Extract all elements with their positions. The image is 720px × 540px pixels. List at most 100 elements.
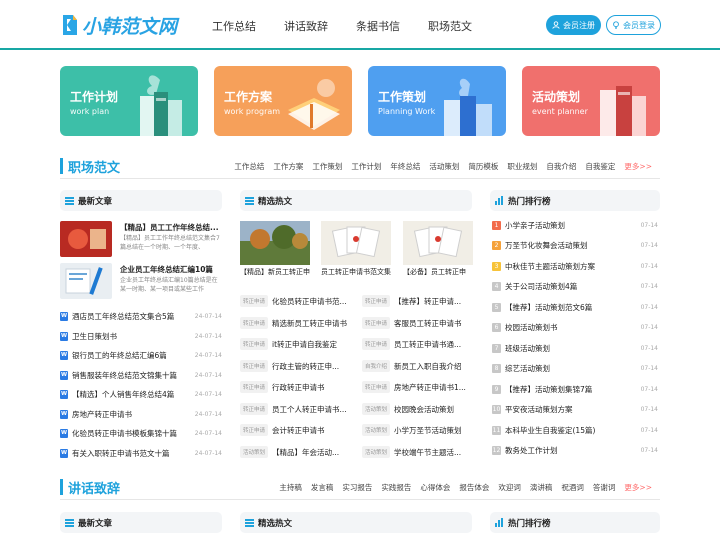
- hot-list-item[interactable]: 转正申请 it转正申请自我鉴定: [240, 338, 350, 350]
- section-title[interactable]: 讲话致辞: [68, 478, 120, 497]
- hot-list-item[interactable]: 自我介绍 新员工入职自我介绍: [362, 360, 472, 372]
- hot-list-item[interactable]: 转正申请 【推荐】转正申请...: [362, 295, 472, 307]
- category-tag[interactable]: 活动策划: [362, 446, 391, 458]
- section-link[interactable]: 发言稿: [311, 482, 334, 493]
- article-title[interactable]: 房地产转正申请书: [72, 409, 195, 420]
- featured-article[interactable]: 【精品】员工工作年终总结... 【精品】员工工作年终总结范文集合7篇总结在一个时…: [60, 221, 222, 257]
- card-planning-work[interactable]: 工作策划 Planning Work: [368, 66, 506, 136]
- section-link[interactable]: 自我鉴定: [585, 161, 615, 172]
- hot-list-item[interactable]: 转正申请 行政转正申请书: [240, 381, 350, 393]
- list-item[interactable]: W 有关入职转正申请书范文十篇 24-07-14: [60, 447, 222, 459]
- rank-title[interactable]: 本科毕业生自我鉴定(15篇): [505, 425, 641, 436]
- category-tag[interactable]: 活动策划: [362, 403, 391, 415]
- section-link[interactable]: 工作方案: [273, 161, 303, 172]
- rank-title[interactable]: 综艺活动策划: [505, 363, 641, 374]
- hot-list-item[interactable]: 活动策划 学校端午节主题活...: [362, 446, 472, 458]
- hot-title[interactable]: 行政转正申请书: [272, 382, 350, 393]
- hot-list-item[interactable]: 转正申请 行政主管的转正申...: [240, 360, 350, 372]
- hot-list-item[interactable]: 活动策划 【精品】年会活动...: [240, 446, 350, 458]
- rank-item[interactable]: 8 综艺活动策划 07-14: [492, 362, 658, 374]
- featured-title[interactable]: 【精品】员工工作年终总结...: [120, 222, 222, 233]
- hot-title[interactable]: it转正申请自我鉴定: [272, 339, 350, 350]
- category-tag[interactable]: 转正申请: [240, 403, 269, 415]
- hot-title[interactable]: 会计转正申请书: [272, 425, 350, 436]
- section-link[interactable]: 祝酒词: [561, 482, 584, 493]
- register-button[interactable]: 会员注册: [546, 15, 601, 35]
- hot-list-item[interactable]: 活动策划 小学万圣节活动策划: [362, 424, 472, 436]
- rank-item[interactable]: 2 万圣节化妆舞会活动策划 07-14: [492, 239, 658, 251]
- category-tag[interactable]: 转正申请: [362, 317, 391, 329]
- rank-item[interactable]: 6 校园活动策划书 07-14: [492, 321, 658, 333]
- list-item[interactable]: W 银行员工的年终总结汇编6篇 24-07-14: [60, 349, 222, 361]
- section-link[interactable]: 演讲稿: [530, 482, 553, 493]
- rank-item[interactable]: 5 【推荐】活动策划范文6篇 07-14: [492, 301, 658, 313]
- section-link[interactable]: 工作策划: [312, 161, 342, 172]
- section-title[interactable]: 职场范文: [68, 157, 120, 176]
- category-tag[interactable]: 活动策划: [240, 446, 269, 458]
- section-link[interactable]: 欢迎词: [498, 482, 521, 493]
- article-title[interactable]: 【精选】个人销售年终总结4篇: [72, 389, 195, 400]
- rank-title[interactable]: 中秋佳节主题活动策划方案: [505, 261, 641, 272]
- card-work-program[interactable]: 工作方案 work program: [214, 66, 352, 136]
- hot-title[interactable]: 新员工入职自我介绍: [394, 361, 472, 372]
- section-link[interactable]: 答谢词: [593, 482, 616, 493]
- rank-item[interactable]: 3 中秋佳节主题活动策划方案 07-14: [492, 260, 658, 272]
- card-work-plan[interactable]: 工作计划 work plan: [60, 66, 198, 136]
- nav-item-letters[interactable]: 条据书信: [356, 18, 400, 34]
- category-tag[interactable]: 转正申请: [240, 317, 269, 329]
- rank-title[interactable]: 平安夜活动策划方案: [505, 404, 641, 415]
- thumb-caption[interactable]: 【精品】新员工转正申: [240, 267, 310, 277]
- more-link[interactable]: 更多>>: [624, 482, 652, 493]
- section-link[interactable]: 自我介绍: [546, 161, 576, 172]
- list-item[interactable]: W 【精选】个人销售年终总结4篇 24-07-14: [60, 388, 222, 400]
- hot-list-item[interactable]: 转正申请 员工个人转正申请书...: [240, 403, 350, 415]
- section-link[interactable]: 年终总结: [390, 161, 420, 172]
- category-tag[interactable]: 转正申请: [362, 381, 391, 393]
- category-tag[interactable]: 转正申请: [240, 360, 269, 372]
- category-tag[interactable]: 转正申请: [362, 295, 391, 307]
- article-title[interactable]: 化验员转正申请书模板集锦十篇: [72, 428, 195, 439]
- hot-title[interactable]: 员工转正申请书通...: [394, 339, 472, 350]
- list-item[interactable]: W 化验员转正申请书模板集锦十篇 24-07-14: [60, 427, 222, 439]
- hot-list-item[interactable]: 活动策划 校园晚会活动策划: [362, 403, 472, 415]
- hot-list-item[interactable]: 转正申请 客服员工转正申请书: [362, 317, 472, 329]
- rank-item[interactable]: 10 平安夜活动策划方案 07-14: [492, 403, 658, 415]
- section-link[interactable]: 职业规划: [507, 161, 537, 172]
- rank-item[interactable]: 7 班级活动策划 07-14: [492, 342, 658, 354]
- nav-item-work-summary[interactable]: 工作总结: [212, 18, 256, 34]
- section-link[interactable]: 简历模板: [468, 161, 498, 172]
- hot-list-item[interactable]: 转正申请 房地产转正申请书1...: [362, 381, 472, 393]
- article-title[interactable]: 酒店员工年终总结范文集合5篇: [72, 311, 195, 322]
- card-event-planner[interactable]: 活动策划 event planner: [522, 66, 660, 136]
- section-link[interactable]: 报告体会: [459, 482, 489, 493]
- hot-list-item[interactable]: 转正申请 精选新员工转正申请书: [240, 317, 350, 329]
- login-button[interactable]: 会员登录: [606, 15, 661, 35]
- list-item[interactable]: W 卫生日策划书 24-07-14: [60, 330, 222, 342]
- hot-title[interactable]: 学校端午节主题活...: [394, 447, 472, 458]
- hot-title[interactable]: 小学万圣节活动策划: [394, 425, 472, 436]
- rank-title[interactable]: 小学亲子活动策划: [505, 220, 641, 231]
- article-title[interactable]: 卫生日策划书: [72, 331, 195, 342]
- section-link[interactable]: 心得体会: [420, 482, 450, 493]
- hot-title[interactable]: 精选新员工转正申请书: [272, 318, 350, 329]
- section-link[interactable]: 活动策划: [429, 161, 459, 172]
- hot-title[interactable]: 【推荐】转正申请...: [394, 296, 472, 307]
- category-tag[interactable]: 转正申请: [240, 295, 269, 307]
- section-link[interactable]: 实践报告: [381, 482, 411, 493]
- rank-title[interactable]: 班级活动策划: [505, 343, 641, 354]
- category-tag[interactable]: 转正申请: [240, 338, 269, 350]
- category-tag[interactable]: 转正申请: [362, 338, 391, 350]
- hot-thumb[interactable]: 【精品】新员工转正申: [240, 221, 310, 279]
- rank-item[interactable]: 12 教务处工作计划 07-14: [492, 444, 658, 456]
- hot-thumb[interactable]: 【必备】员工转正申: [403, 221, 473, 279]
- rank-item[interactable]: 4 关于公司活动策划4篇 07-14: [492, 280, 658, 292]
- hot-title[interactable]: 【精品】年会活动...: [272, 447, 350, 458]
- thumb-caption[interactable]: 【必备】员工转正申: [403, 267, 473, 277]
- article-title[interactable]: 有关入职转正申请书范文十篇: [72, 448, 195, 459]
- hot-title[interactable]: 行政主管的转正申...: [272, 361, 350, 372]
- nav-item-speech[interactable]: 讲话致辞: [284, 18, 328, 34]
- list-item[interactable]: W 房地产转正申请书 24-07-14: [60, 408, 222, 420]
- section-link[interactable]: 主持稿: [279, 482, 302, 493]
- hot-title[interactable]: 房地产转正申请书1...: [394, 382, 472, 393]
- hot-title[interactable]: 客服员工转正申请书: [394, 318, 472, 329]
